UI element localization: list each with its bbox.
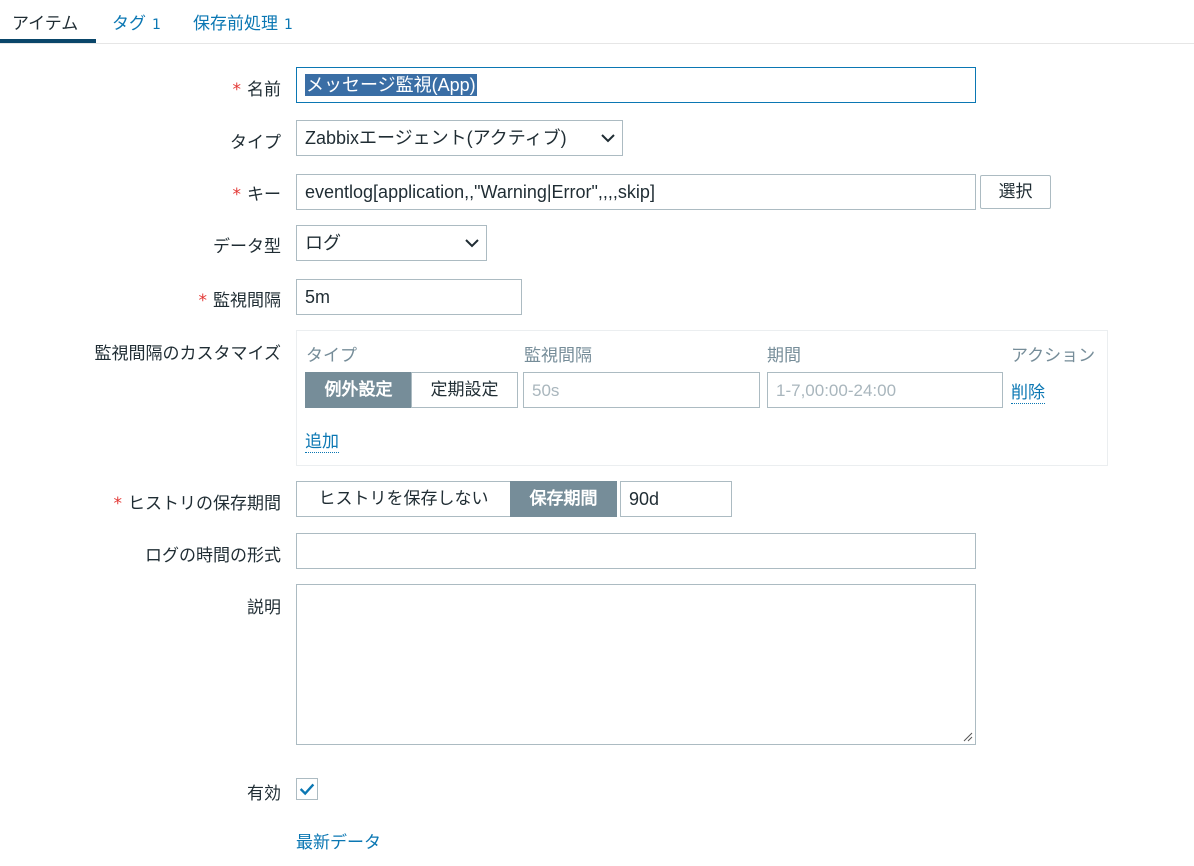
chevron-down-icon — [601, 134, 615, 143]
data-type-label: データ型 — [213, 237, 281, 257]
tab-preprocessing-count: 1 — [284, 17, 293, 33]
key-input-value: eventlog[application,,"Warning|Error",,,… — [305, 182, 655, 202]
data-type-select-value: ログ — [305, 233, 341, 253]
required-mark: * — [232, 80, 242, 100]
custom-period-placeholder: 1-7,00:00-24:00 — [776, 381, 897, 400]
description-textarea[interactable] — [296, 584, 976, 745]
latest-data-link[interactable]: 最新データ — [296, 828, 381, 853]
name-label: * 名前 — [232, 80, 282, 100]
custom-interval-placeholder: 50s — [532, 381, 560, 400]
key-label: * キー — [232, 185, 282, 205]
history-input-value: 90d — [629, 489, 660, 509]
key-select-button[interactable]: 選択 — [980, 175, 1051, 209]
history-label: * ヒストリの保存期間 — [113, 494, 282, 514]
storage-period-toggle[interactable]: 保存期間 — [510, 481, 617, 517]
flexible-toggle[interactable]: 例外設定 — [305, 372, 412, 408]
type-select[interactable]: Zabbixエージェント(アクティブ) — [296, 120, 623, 156]
enabled-label: 有効 — [247, 784, 281, 804]
scheduling-toggle[interactable]: 定期設定 — [411, 372, 518, 408]
name-input[interactable]: メッセージ監視(App) — [296, 67, 976, 103]
key-input[interactable]: eventlog[application,,"Warning|Error",,,… — [296, 174, 976, 210]
tab-tags[interactable]: タグ 1 — [112, 9, 161, 34]
interval-input-value: 5m — [305, 287, 331, 307]
custom-intervals-label: 監視間隔のカスタマイズ — [94, 344, 282, 364]
name-input-value: メッセージ監視(App) — [305, 74, 477, 96]
tab-item[interactable]: アイテム — [12, 9, 78, 34]
column-type: タイプ — [306, 346, 357, 366]
type-select-value: Zabbixエージェント(アクティブ) — [305, 128, 567, 148]
custom-period-input[interactable]: 1-7,00:00-24:00 — [767, 372, 1003, 408]
data-type-select[interactable]: ログ — [296, 225, 487, 261]
interval-label: * 監視間隔 — [198, 291, 282, 311]
column-interval: 監視間隔 — [524, 346, 592, 366]
interval-input[interactable]: 5m — [296, 279, 522, 315]
column-period: 期間 — [767, 346, 801, 366]
resize-handle-icon[interactable] — [963, 732, 973, 742]
history-input[interactable]: 90d — [620, 481, 732, 517]
do-not-keep-history-toggle[interactable]: ヒストリを保存しない — [296, 481, 511, 517]
tab-preprocessing-label: 保存前処理 — [193, 14, 278, 34]
log-time-format-input[interactable] — [296, 533, 976, 569]
tab-tags-label: タグ — [112, 14, 146, 34]
remove-link[interactable]: 削除 — [1011, 378, 1045, 404]
checkmark-icon — [299, 783, 315, 796]
active-tab-indicator — [0, 39, 96, 43]
log-time-format-label: ログの時間の形式 — [145, 546, 281, 566]
enabled-checkbox[interactable] — [296, 778, 318, 800]
tab-tags-count: 1 — [152, 17, 161, 33]
tab-item-label: アイテム — [12, 14, 79, 34]
column-action: アクション — [1011, 346, 1096, 366]
type-label: タイプ — [230, 133, 281, 153]
tab-preprocessing[interactable]: 保存前処理 1 — [193, 9, 293, 34]
add-interval-link[interactable]: 追加 — [305, 427, 339, 453]
chevron-down-icon — [465, 239, 479, 248]
tab-bar: アイテム タグ 1 保存前処理 1 — [0, 0, 1194, 44]
custom-interval-input[interactable]: 50s — [523, 372, 760, 408]
description-label: 説明 — [247, 598, 281, 618]
custom-intervals-panel: タイプ 監視間隔 期間 アクション 例外設定 定期設定 50s 1-7,00:0… — [296, 330, 1108, 466]
